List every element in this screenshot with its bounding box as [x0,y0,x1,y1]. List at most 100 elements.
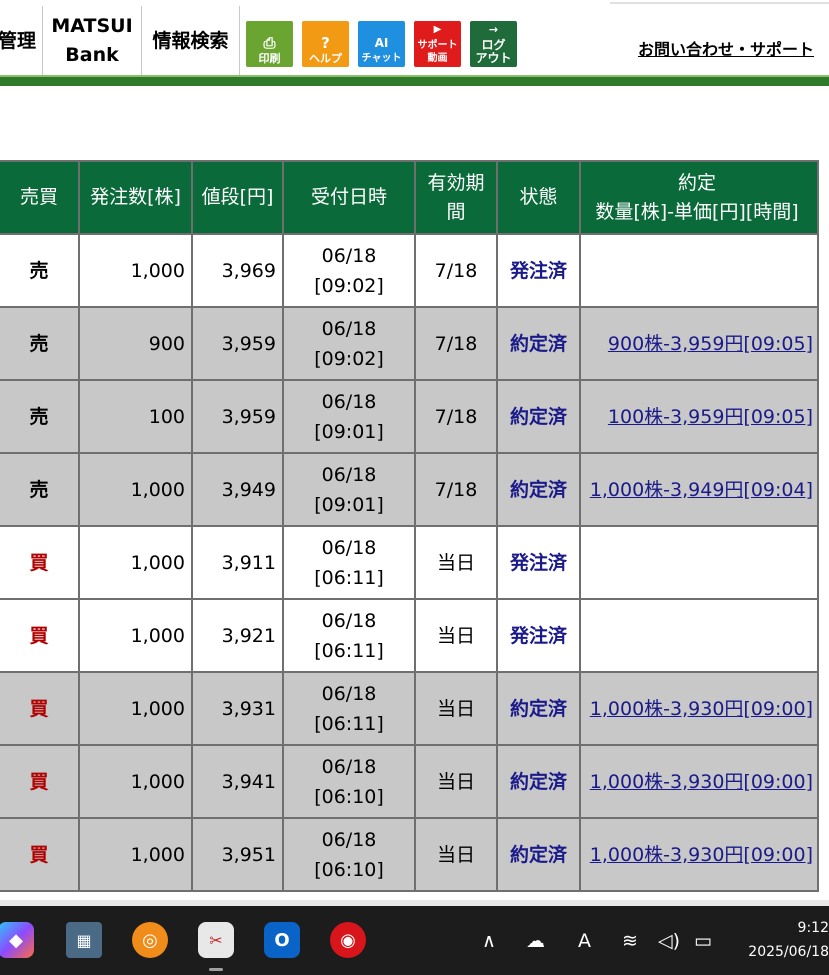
copilot-icon[interactable]: ◆ [0,922,34,958]
order-status-link[interactable]: 約定済 [498,381,579,452]
order-expiry: 7/18 [416,454,496,525]
nav-bank-line2: Bank [65,44,119,66]
order-status-link[interactable]: 発注済 [498,527,579,598]
order-time: [09:02] [314,347,384,370]
order-status-link[interactable]: 約定済 [498,454,579,525]
table-row[interactable]: 売 1,000 3,969 06/18 [09:02] 7/18 発注済 [0,235,817,306]
header-price: 値段[円] [193,162,282,233]
wifi-icon[interactable]: ≋ [622,930,638,952]
header-expiry-line1: 有効期 [427,171,485,194]
clock-date: 2025/06/18 [748,944,829,960]
clock[interactable]: 9:12 2025/06/18 [748,916,829,964]
table-row[interactable]: 売 100 3,959 06/18 [09:01] 7/18 約定済 100株-3,959円[… [0,381,817,452]
order-received: 06/18 [06:11] [284,600,414,671]
battery-icon[interactable]: ▭ [694,930,712,952]
order-date: 06/18 [321,536,377,559]
execution-detail-link[interactable]: 1,000株-3,930円[09:00] [581,819,817,890]
order-status-link[interactable]: 約定済 [498,673,579,744]
order-side: 買 [0,673,78,744]
table-row[interactable]: 売 900 3,959 06/18 [09:02] 7/18 約定済 900株-3,959円[… [0,308,817,379]
help-button[interactable]: ? ヘルプ [302,21,349,67]
security-app-icon[interactable]: ◉ [330,922,366,958]
order-side: 買 [0,746,78,817]
order-status-link[interactable]: 約定済 [498,746,579,817]
nav-manage[interactable]: 管理 [0,6,38,76]
execution-detail-link[interactable]: 1,000株-3,930円[09:00] [581,746,817,817]
order-expiry: 7/18 [416,235,496,306]
execution-detail-link[interactable]: 1,000株-3,949円[09:04] [581,454,817,525]
logout-label2: アウト [475,51,512,65]
volume-icon[interactable]: ◁) [658,930,680,952]
table-header-row: 売買 発注数[株] 値段[円] 受付日時 有効期 間 状態 約定 数量[株]-単… [0,162,817,233]
header-date: 受付日時 [284,162,414,233]
order-quantity: 1,000 [80,600,191,671]
execution-detail-link[interactable]: 1,000株-3,930円[09:00] [581,673,817,744]
order-date: 06/18 [321,828,377,851]
table-row[interactable]: 買 1,000 3,951 06/18 [06:10] 当日 約定済 1,000株-3,930… [0,819,817,890]
order-expiry: 7/18 [416,381,496,452]
order-side: 売 [0,454,78,525]
order-date: 06/18 [321,755,377,778]
nav-matsui-bank[interactable]: MATSUI Bank [43,6,141,76]
header-state: 状態 [498,162,579,233]
order-price: 3,951 [193,819,282,890]
play-icon: ▶ [433,24,442,35]
top-navigation: 管理 MATSUI Bank 情報検索 ⎙ 印刷 ? ヘルプ AI チャット ▶… [0,0,829,87]
table-row[interactable]: 買 1,000 3,931 06/18 [06:11] 当日 約定済 1,000株-3,930… [0,673,817,744]
order-expiry: 7/18 [416,308,496,379]
chevron-up-icon[interactable]: ∧ [482,930,496,952]
header-fill-line2: 数量[株]-単価[円][時間] [595,200,799,223]
order-expiry: 当日 [416,819,496,890]
order-received: 06/18 [09:02] [284,308,414,379]
print-button[interactable]: ⎙ 印刷 [246,21,293,67]
execution-detail-link[interactable]: 100株-3,959円[09:05] [581,381,817,452]
order-quantity: 1,000 [80,527,191,598]
support-video-label1: サポート [417,40,458,51]
order-status-link[interactable]: 発注済 [498,600,579,671]
orders-table: 売買 発注数[株] 値段[円] 受付日時 有効期 間 状態 約定 数量[株]-単… [0,160,819,892]
order-date: 06/18 [321,244,377,267]
snipping-tool-icon[interactable]: ✂ [198,922,234,958]
order-price: 3,959 [193,381,282,452]
order-quantity: 1,000 [80,746,191,817]
order-price: 3,921 [193,600,282,671]
cloud-error-icon[interactable]: ☁ [526,930,545,952]
order-expiry: 当日 [416,527,496,598]
ime-indicator[interactable]: A [578,930,591,952]
outlook-icon[interactable]: O [264,922,300,958]
active-app-indicator [209,968,223,971]
order-side: 買 [0,527,78,598]
order-time: [06:11] [314,639,384,662]
chat-bubble-icon: AI [374,36,389,50]
order-time: [09:02] [314,274,384,297]
order-time: [06:10] [314,785,384,808]
execution-detail-link [581,527,817,598]
header-fill: 約定 数量[株]-単価[円][時間] [581,162,817,233]
order-price: 3,911 [193,527,282,598]
order-received: 06/18 [06:11] [284,673,414,744]
header-qty: 発注数[株] [80,162,191,233]
browser-icon[interactable]: ◎ [132,922,168,958]
execution-detail-link[interactable]: 900株-3,959円[09:05] [581,308,817,379]
support-video-label2: 動画 [427,53,448,64]
table-row[interactable]: 買 1,000 3,911 06/18 [06:11] 当日 発注済 [0,527,817,598]
nav-info-search[interactable]: 情報検索 [142,6,239,76]
order-status-link[interactable]: 約定済 [498,308,579,379]
nav-green-bar [0,75,829,86]
calculator-icon[interactable]: ▦ [66,922,102,958]
order-status-link[interactable]: 発注済 [498,235,579,306]
order-side: 売 [0,381,78,452]
support-video-button[interactable]: ▶ サポート 動画 [414,21,461,67]
order-price: 3,969 [193,235,282,306]
ai-chat-button[interactable]: AI チャット [358,21,405,67]
execution-detail-link [581,600,817,671]
execution-detail-link [581,235,817,306]
order-expiry: 当日 [416,600,496,671]
order-status-link[interactable]: 約定済 [498,819,579,890]
table-row[interactable]: 売 1,000 3,949 06/18 [09:01] 7/18 約定済 1,000株-3,9… [0,454,817,525]
order-received: 06/18 [09:02] [284,235,414,306]
logout-button[interactable]: → ログ アウト [470,21,517,67]
support-link[interactable]: お問い合わせ・サポート [638,36,814,60]
table-row[interactable]: 買 1,000 3,941 06/18 [06:10] 当日 約定済 1,000株-3,930… [0,746,817,817]
table-row[interactable]: 買 1,000 3,921 06/18 [06:11] 当日 発注済 [0,600,817,671]
